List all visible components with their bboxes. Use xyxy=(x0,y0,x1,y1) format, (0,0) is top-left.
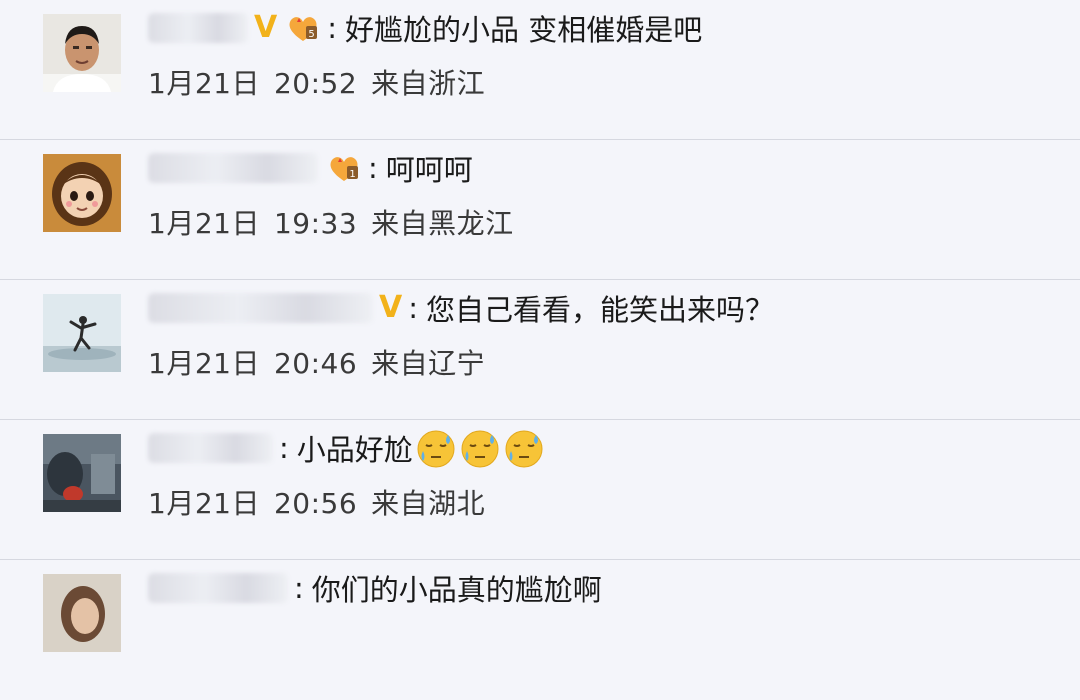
comment-date: 1月21日 xyxy=(148,347,260,380)
comment-meta: 1月21日 20:56 来自湖北 xyxy=(148,482,499,522)
comment-text: 小品好尬 xyxy=(296,433,413,467)
jumping-person-avatar-icon xyxy=(43,294,121,372)
woman-avatar-icon xyxy=(43,574,121,652)
comment-item: : 小品好尬 1月21日 20:56 来自湖北 xyxy=(0,420,1080,560)
sweat-emoji-icon xyxy=(459,427,501,469)
verified-badge-icon: V xyxy=(379,290,403,325)
dark-photo-avatar-icon xyxy=(43,434,121,512)
comment-location: 来自湖北 xyxy=(371,487,486,520)
comment-item: V 5 : 好尴尬的小品 变相催婚是吧 1月21日 20:52 来自浙江 xyxy=(0,0,1080,140)
comment-text: 你们的小品真的尴尬啊 xyxy=(311,573,602,607)
colon-separator: : xyxy=(327,11,337,45)
comment-date: 1月21日 xyxy=(148,487,260,520)
svg-text:1: 1 xyxy=(349,169,355,180)
comment-item: V : 您自己看看，能笑出来吗？ 1月21日 20:46 来自辽宁 xyxy=(0,280,1080,420)
username-blurred[interactable] xyxy=(148,153,318,183)
user-avatar[interactable] xyxy=(43,434,121,512)
comment-time: 19:33 xyxy=(273,207,358,240)
fan-badge-icon: 5 xyxy=(285,12,321,44)
comment-date: 1月21日 xyxy=(148,207,260,240)
user-avatar[interactable] xyxy=(43,294,121,372)
comment-date: 1月21日 xyxy=(148,67,260,100)
username-blurred[interactable] xyxy=(148,293,373,323)
svg-text:5: 5 xyxy=(309,29,315,40)
colon-separator: : xyxy=(279,431,289,465)
comment-time: 20:56 xyxy=(273,487,358,520)
comment-text: 您自己看看，能笑出来吗？ xyxy=(426,293,775,327)
user-avatar[interactable] xyxy=(43,154,121,232)
colon-separator: : xyxy=(294,571,304,605)
fan-badge-icon: 1 xyxy=(326,152,362,184)
username-blurred[interactable] xyxy=(148,13,248,43)
comment-item: 1 : 呵呵呵 1月21日 19:33 来自黑龙江 xyxy=(0,140,1080,280)
comment-item: : 你们的小品真的尴尬啊 xyxy=(0,560,1080,700)
comment-meta: 1月21日 19:33 来自黑龙江 xyxy=(148,202,528,242)
sweat-emoji-icon xyxy=(503,427,545,469)
comment-location: 来自浙江 xyxy=(371,67,486,100)
username-blurred[interactable] xyxy=(148,433,273,463)
comment-text: 呵呵呵 xyxy=(385,153,473,187)
comment-time: 20:52 xyxy=(273,67,358,100)
user-avatar[interactable] xyxy=(43,14,121,92)
comment-text: 好尴尬的小品 变相催婚是吧 xyxy=(345,13,703,47)
comment-location: 来自辽宁 xyxy=(371,347,486,380)
colon-separator: : xyxy=(368,151,378,185)
comment-list: V 5 : 好尴尬的小品 变相催婚是吧 1月21日 20:52 来自浙江 1:… xyxy=(0,0,1080,652)
colon-separator: : xyxy=(408,291,418,325)
comment-meta: 1月21日 20:52 来自浙江 xyxy=(148,62,499,102)
cartoon-girl-avatar-icon xyxy=(43,154,121,232)
verified-badge-icon: V xyxy=(254,10,278,45)
comment-time: 20:46 xyxy=(273,347,358,380)
sweat-emoji-icon xyxy=(415,427,457,469)
username-blurred[interactable] xyxy=(148,573,288,603)
comment-meta: 1月21日 20:46 来自辽宁 xyxy=(148,342,499,382)
comment-location: 来自黑龙江 xyxy=(371,207,514,240)
user-avatar[interactable] xyxy=(43,574,121,652)
man-avatar-icon xyxy=(43,14,121,92)
